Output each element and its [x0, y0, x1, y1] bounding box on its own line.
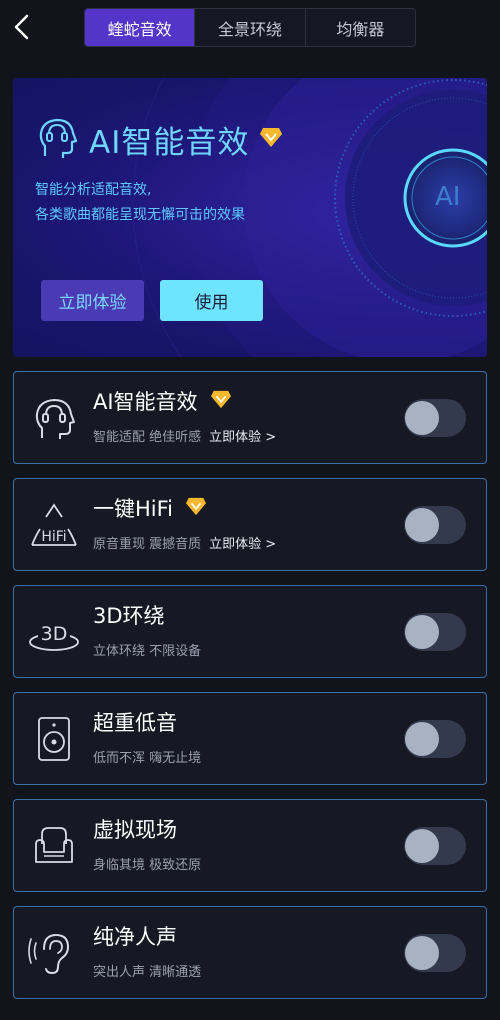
ai-effect-banner: AI AI智能音效 智能分析适配音效, 各类歌曲都能呈现无懈可击的效果 立即体验…: [13, 78, 487, 357]
banner-desc-line2: 各类歌曲都能呈现无懈可击的效果: [35, 207, 245, 223]
hifi-icon-text: HiFi: [41, 529, 66, 545]
tab-panoramic-surround[interactable]: 全景环绕: [194, 9, 304, 46]
effect-subtitle-text: 原音重现 震撼音质: [93, 537, 202, 552]
effect-toggle-hifi[interactable]: [404, 506, 466, 544]
effect-title-text: 超重低音: [93, 711, 177, 735]
effect-title: 一键HiFi: [93, 493, 207, 523]
effect-subtitle: 智能适配 绝佳听感 立即体验 >: [93, 426, 276, 445]
effect-toggle-3d[interactable]: [404, 613, 466, 651]
banner-desc-line1: 智能分析适配音效,: [35, 182, 152, 198]
ai-circle-label: AI: [435, 182, 461, 212]
vip-diamond-icon: [185, 496, 207, 521]
effect-toggle-virtual[interactable]: [404, 827, 466, 865]
effect-title: 超重低音: [93, 707, 177, 737]
effect-toggle-vocal[interactable]: [404, 934, 466, 972]
effect-subtitle: 低而不浑 嗨无止境: [93, 747, 201, 766]
3d-icon-text: 3D: [41, 623, 68, 645]
banner-heading: AI智能音效: [37, 116, 283, 162]
vip-diamond-icon: [210, 389, 232, 414]
toggle-knob: [405, 401, 439, 435]
try-now-link[interactable]: 立即体验 >: [209, 537, 276, 552]
tab-equalizer[interactable]: 均衡器: [304, 9, 415, 46]
toggle-knob: [405, 508, 439, 542]
try-now-button[interactable]: 立即体验: [41, 280, 144, 321]
back-button[interactable]: [8, 8, 38, 46]
effect-card-bass[interactable]: 超重低音 低而不浑 嗨无止境: [13, 692, 487, 785]
hifi-icon: HiFi: [28, 499, 80, 551]
toggle-knob: [405, 829, 439, 863]
effect-card-ai[interactable]: AI智能音效 智能适配 绝佳听感 立即体验 >: [13, 371, 487, 464]
effect-card-3d[interactable]: 3D 3D环绕 立体环绕 不限设备: [13, 585, 487, 678]
effect-card-vocal[interactable]: 纯净人声 突出人声 清晰通透: [13, 906, 487, 999]
effect-title: 纯净人声: [93, 921, 177, 951]
toggle-knob: [405, 936, 439, 970]
effect-title-text: 3D环绕: [93, 604, 165, 628]
ai-head-icon: [28, 392, 80, 444]
banner-description: 智能分析适配音效, 各类歌曲都能呈现无懈可击的效果: [35, 178, 245, 228]
effect-card-hifi[interactable]: HiFi 一键HiFi 原音重现 震撼音质 立即体验 >: [13, 478, 487, 571]
sound-effect-tabs: 蝰蛇音效 全景环绕 均衡器: [84, 8, 416, 47]
effect-title-text: AI智能音效: [93, 390, 198, 414]
effect-title: 虚拟现场: [93, 814, 177, 844]
use-button[interactable]: 使用: [160, 280, 263, 321]
chevron-left-icon: [14, 14, 29, 40]
effect-subtitle-text: 低而不浑 嗨无止境: [93, 751, 202, 766]
effect-title-text: 纯净人声: [93, 925, 177, 949]
tab-viper-effects[interactable]: 蝰蛇音效: [85, 9, 195, 46]
effect-title-text: 虚拟现场: [93, 818, 177, 842]
3d-surround-icon: 3D: [28, 606, 80, 658]
ear-icon: [28, 927, 80, 979]
effect-subtitle-text: 立体环绕 不限设备: [93, 644, 202, 659]
effect-subtitle: 突出人声 清晰通透: [93, 961, 201, 980]
effect-subtitle: 身临其境 极致还原: [93, 854, 201, 873]
banner-title: AI智能音效: [89, 124, 250, 161]
top-bar: 蝰蛇音效 全景环绕 均衡器: [0, 0, 500, 54]
speaker-icon: [28, 713, 80, 765]
effect-subtitle: 立体环绕 不限设备: [93, 640, 201, 659]
effect-toggle-ai[interactable]: [404, 399, 466, 437]
effect-subtitle-text: 突出人声 清晰通透: [93, 965, 202, 980]
effect-title-text: 一键HiFi: [93, 497, 174, 521]
effect-subtitle: 原音重现 震撼音质 立即体验 >: [93, 533, 276, 552]
effect-toggle-bass[interactable]: [404, 720, 466, 758]
ai-head-icon: [39, 118, 78, 158]
toggle-knob: [405, 615, 439, 649]
effect-card-virtual[interactable]: 虚拟现场 身临其境 极致还原: [13, 799, 487, 892]
effect-subtitle-text: 身临其境 极致还原: [93, 858, 202, 873]
try-now-link[interactable]: 立即体验 >: [209, 430, 276, 445]
armchair-icon: [28, 820, 80, 872]
effect-title: 3D环绕: [93, 600, 165, 630]
effect-subtitle-text: 智能适配 绝佳听感: [93, 430, 202, 445]
vip-diamond-icon: [259, 126, 283, 152]
effect-title: AI智能音效: [93, 386, 232, 416]
toggle-knob: [405, 722, 439, 756]
